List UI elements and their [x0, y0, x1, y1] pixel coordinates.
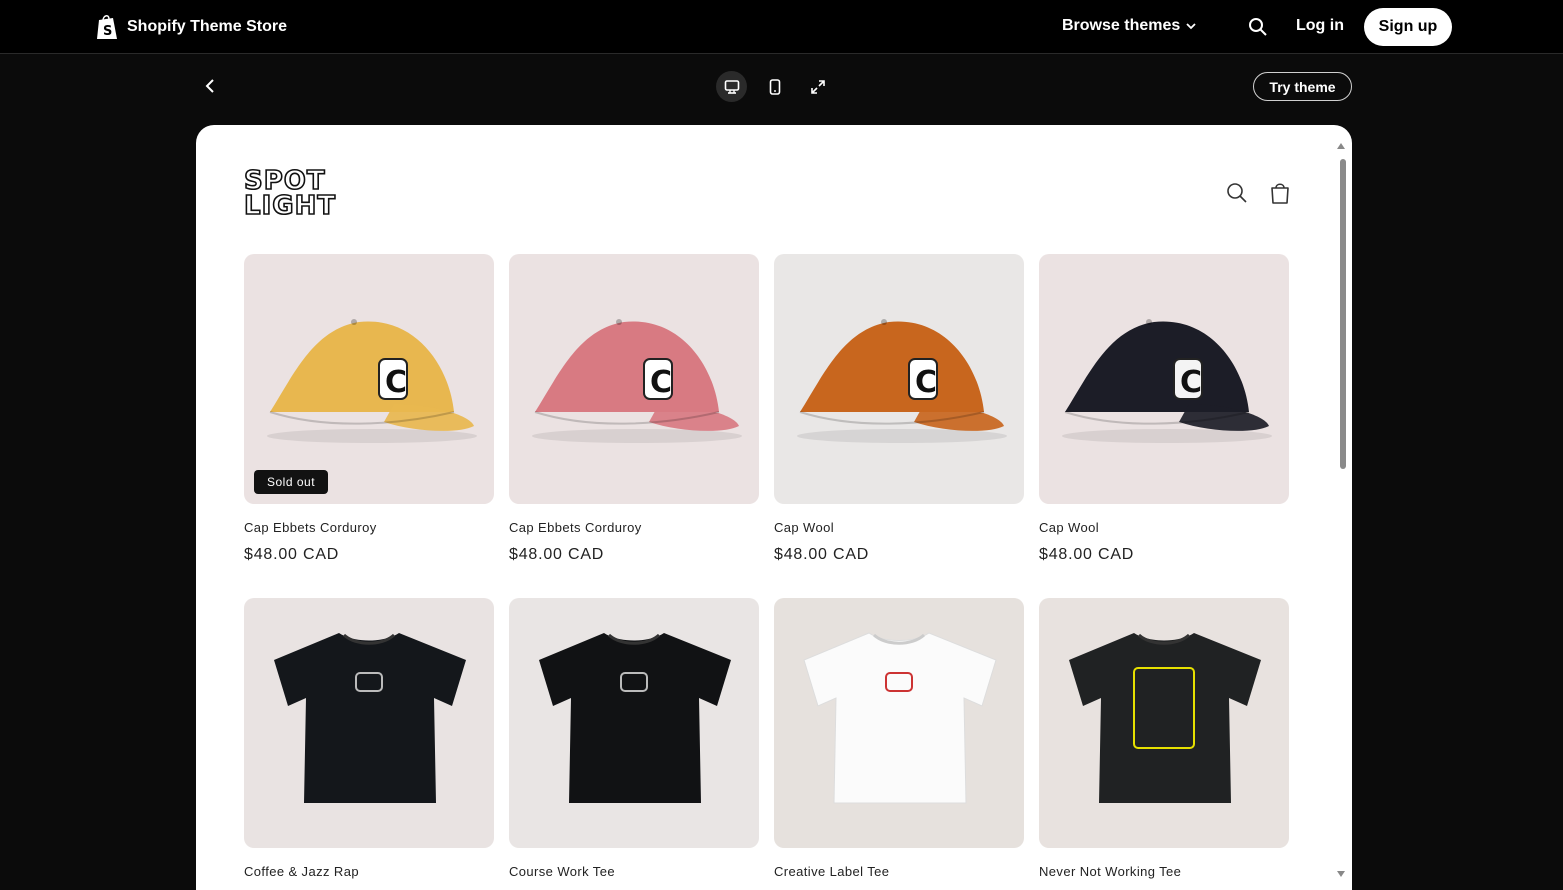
back-arrow-icon[interactable]: [200, 76, 220, 96]
product-card[interactable]: Coffee & Jazz Rap: [244, 598, 494, 879]
product-image-tee[interactable]: [1039, 598, 1289, 848]
cap-image-icon: C: [797, 319, 1007, 443]
browse-themes-menu[interactable]: Browse themes: [1062, 17, 1196, 35]
cap-image-icon: C: [532, 319, 742, 443]
logo-line-2: LIGHT: [243, 191, 337, 221]
expand-icon: [810, 79, 825, 94]
device-preview-switcher: [716, 71, 833, 102]
product-title[interactable]: Cap Ebbets Corduroy: [244, 520, 494, 535]
svg-text:S: S: [103, 24, 112, 39]
sold-out-badge: Sold out: [254, 470, 329, 494]
product-title[interactable]: Coffee & Jazz Rap: [244, 864, 494, 879]
product-price: $48.00 CAD: [509, 546, 605, 563]
svg-text:C: C: [915, 365, 937, 400]
store-search-icon[interactable]: [1226, 182, 1248, 204]
scroll-down-arrow-icon[interactable]: [1337, 871, 1345, 877]
t-shirt-image-icon: [803, 632, 997, 804]
product-card[interactable]: C Cap Wool $48.00 CAD: [1039, 254, 1289, 564]
mobile-preview-button[interactable]: [759, 71, 790, 102]
spotlight-store-logo[interactable]: SPOT LIGHT: [243, 167, 337, 221]
sign-up-button[interactable]: Sign up: [1364, 8, 1452, 46]
product-image-cap[interactable]: C: [509, 254, 759, 504]
product-image-cap[interactable]: C Sold out: [244, 254, 494, 504]
product-card[interactable]: Never Not Working Tee: [1039, 598, 1289, 879]
product-image-tee[interactable]: [774, 598, 1024, 848]
search-icon[interactable]: [1248, 17, 1268, 37]
product-image-tee[interactable]: [509, 598, 759, 848]
chevron-down-icon: [1186, 23, 1196, 30]
t-shirt-image-icon: [1069, 633, 1261, 803]
desktop-icon: [724, 79, 739, 94]
browse-themes-label: Browse themes: [1062, 17, 1181, 34]
scrollbar[interactable]: [1337, 139, 1348, 879]
product-price: $48.00 CAD: [774, 546, 870, 563]
product-price: $48.00 CAD: [244, 546, 340, 563]
shopify-theme-store-brand[interactable]: S Shopify Theme Store: [95, 13, 287, 41]
scrollbar-thumb[interactable]: [1340, 159, 1346, 469]
product-title[interactable]: Never Not Working Tee: [1039, 864, 1289, 879]
mobile-icon: [769, 78, 780, 95]
product-title[interactable]: Course Work Tee: [509, 864, 759, 879]
product-card[interactable]: C Sold out Cap Ebbets Corduroy $48.00 CAD: [244, 254, 494, 564]
scroll-up-arrow-icon[interactable]: [1337, 143, 1345, 149]
product-title[interactable]: Creative Label Tee: [774, 864, 1024, 879]
product-image-cap[interactable]: C: [774, 254, 1024, 504]
log-in-link[interactable]: Log in: [1296, 17, 1344, 35]
product-title[interactable]: Cap Wool: [774, 520, 1024, 535]
t-shirt-image-icon: [539, 633, 731, 803]
cap-image-icon: C: [267, 319, 477, 443]
svg-text:C: C: [650, 365, 672, 400]
brand-label: Shopify Theme Store: [127, 18, 288, 35]
product-card[interactable]: C Cap Ebbets Corduroy $48.00 CAD: [509, 254, 759, 564]
shopify-bag-icon: S: [97, 15, 117, 39]
cart-icon[interactable]: [1269, 181, 1291, 205]
product-card[interactable]: Creative Label Tee: [774, 598, 1024, 879]
t-shirt-image-icon: [274, 633, 466, 803]
product-price: $48.00 CAD: [1039, 546, 1135, 563]
product-image-cap[interactable]: C: [1039, 254, 1289, 504]
svg-text:C: C: [1180, 365, 1202, 400]
product-card[interactable]: Course Work Tee: [509, 598, 759, 879]
product-card[interactable]: C Cap Wool $48.00 CAD: [774, 254, 1024, 564]
theme-preview-frame: SPOT LIGHT C Sold out Cap Ebbets Corduroy…: [196, 125, 1352, 890]
product-title[interactable]: Cap Wool: [1039, 520, 1289, 535]
cap-image-icon: C: [1062, 319, 1272, 443]
product-title[interactable]: Cap Ebbets Corduroy: [509, 520, 759, 535]
top-navigation-bar: S Shopify Theme Store Browse themes Log …: [0, 0, 1563, 54]
svg-text:C: C: [385, 365, 407, 400]
fullscreen-preview-button[interactable]: [802, 71, 833, 102]
desktop-preview-button[interactable]: [716, 71, 747, 102]
product-image-tee[interactable]: [244, 598, 494, 848]
try-theme-button[interactable]: Try theme: [1253, 72, 1352, 101]
